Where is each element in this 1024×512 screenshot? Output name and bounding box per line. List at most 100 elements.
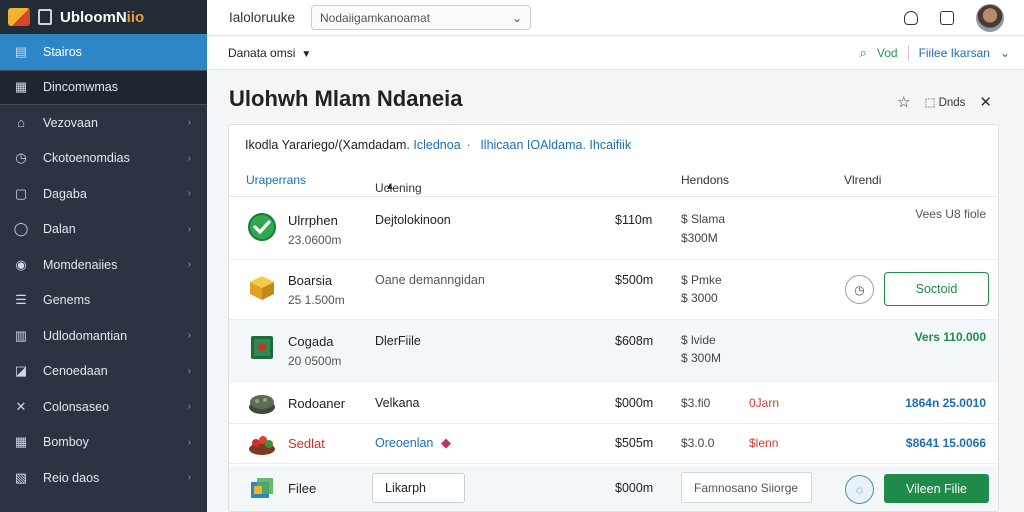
table-row[interactable]: Filee Likarph $000m Famnosano Siiorge ◌ … <box>229 466 998 511</box>
table-row[interactable]: Ulrrphen 23.0600m Dejtolokinoon $110m $ … <box>229 198 998 260</box>
table-row[interactable]: Rodoaner Velkana $000m $3.fi0 0Jarn 1864… <box>229 382 998 424</box>
chevron-down-icon: ⌄ <box>511 10 522 25</box>
chevron-right-icon: › <box>187 117 191 129</box>
row-holding-primary: $3.fi0 <box>681 396 711 410</box>
sidebar-item-ckotoenomdias[interactable]: ◷ Ckotoenomdias › <box>0 141 207 177</box>
list-icon: ☰ <box>15 292 27 308</box>
page-title: Ulohwh Mlam Ndaneia <box>229 86 463 111</box>
cube-icon <box>247 273 277 303</box>
row-amount: $000m <box>615 396 654 410</box>
brand[interactable]: UbloomNiio <box>0 0 207 34</box>
app-name: UbloomNiio <box>60 8 145 26</box>
row-subtext: 23.0600m <box>288 233 342 247</box>
sidebar-item-label: Dincomwmas <box>43 80 119 95</box>
sort-icon: ▲ <box>385 181 395 192</box>
breadcrumb-item[interactable]: Ikodla Yarariego/(Xamdadam. <box>245 138 410 152</box>
sidebar-item-label: Dalan <box>43 222 76 237</box>
chevron-down-icon[interactable]: ⌄ <box>1000 46 1010 60</box>
view-file-button[interactable]: Vileen Filie <box>884 474 989 503</box>
row-name: Sedlat <box>288 436 325 451</box>
row-alert: $lenn <box>749 436 779 450</box>
sidebar-item-dalan[interactable]: ◯ Dalan › <box>0 212 207 248</box>
chevron-right-icon: › <box>187 330 191 342</box>
row-holding-secondary: $ 3000 <box>681 291 718 305</box>
pages-icon: ▦ <box>14 79 28 95</box>
top-bar: Ialoloruuke Nodaiigamkanoamat ⌄ <box>207 0 1024 36</box>
row-identifier: Oane demanngidan <box>375 273 485 287</box>
star-icon[interactable]: ☆ <box>897 93 910 111</box>
close-icon[interactable]: ✕ <box>979 93 992 111</box>
filter-link[interactable]: Fiilee Ikarsan <box>919 46 990 60</box>
chevron-right-icon: › <box>187 472 191 484</box>
row-version: $8641 15.0066 <box>905 436 986 450</box>
ends-button[interactable]: ⬚ Dnds <box>925 95 966 109</box>
table-row[interactable]: Sedlat Oreoenlan ◆ $505m $3.0.0 $lenn $8… <box>229 424 998 464</box>
breadcrumb-item[interactable]: Iclednoa <box>413 138 460 152</box>
heading-actions: ☆ ⬚ Dnds ✕ <box>897 93 992 111</box>
row-alert: 0Jarn <box>749 396 780 410</box>
check-circle-icon <box>247 212 277 242</box>
row-identifier: Dejtolokinoon <box>375 213 451 227</box>
top-actions <box>904 3 1004 32</box>
row-identifier: Oreoenlan <box>375 436 434 450</box>
refresh-icon: ◌ <box>855 482 864 497</box>
sidebar-item-momdenaiies[interactable]: ◉ Momdenaiies › <box>0 247 207 283</box>
sidebar-item-label: Momdenaiies <box>43 257 118 272</box>
row-holding-secondary: $ 300M <box>681 351 722 365</box>
package-icon <box>247 474 277 504</box>
stack-icon <box>247 388 277 418</box>
row-holding-primary: $ Pmke <box>681 273 722 287</box>
row-holding-secondary: $300M <box>681 231 718 245</box>
chevron-right-icon: › <box>187 223 191 235</box>
chevron-right-icon: › <box>187 259 191 271</box>
dataset-selector[interactable]: Danata omsi ▼ <box>228 46 311 60</box>
sidebar-item-label: Genems <box>43 293 91 308</box>
sidebar-item-reio-daos[interactable]: ▧ Reio daos › <box>0 460 207 496</box>
book-icon: ▥ <box>14 327 28 343</box>
sidebar-item-dagaba[interactable]: ▢ Dagaba › <box>0 176 207 212</box>
breadcrumb-separator: · <box>466 138 471 152</box>
sidebar-item-colonsaseo[interactable]: ✕ Colonsaseo › <box>0 389 207 425</box>
column-header-value[interactable]: Vlrendi <box>844 173 881 187</box>
sidebar: UbloomNiio ▤ Stairos ▦ Dincomwmas ⌂ Vezovaa… <box>0 0 207 512</box>
sidebar-item-dincomwmas[interactable]: ▦ Dincomwmas <box>0 69 207 105</box>
row-subtext: 25 1.500m <box>288 293 345 307</box>
breadcrumb: Ikodla Yarariego/(Xamdadam. Iclednoa · Il… <box>245 138 631 152</box>
row-identifier: Velkana <box>375 396 420 410</box>
window-icon[interactable] <box>940 10 954 25</box>
select-button[interactable]: Soctoid <box>884 272 989 306</box>
vod-link[interactable]: Vod <box>877 46 898 60</box>
column-header-holdings[interactable]: Hendons <box>681 173 729 187</box>
sidebar-item-bomboy[interactable]: ▦ Bomboy › <box>0 425 207 461</box>
chevron-right-icon: › <box>187 436 191 448</box>
table-row[interactable]: Cogada 20 0500m DlerFiile $608m $ lvide … <box>229 320 998 382</box>
sub-bar-actions: ⌕ Vod Fiilee Ikarsan ⌄ <box>860 45 1010 61</box>
row-amount: $608m <box>615 334 654 348</box>
home-icon: ⌂ <box>17 115 25 131</box>
sidebar-item-cenoedaan[interactable]: ◪ Cenoedaan › <box>0 354 207 390</box>
table-header: Uraperrans Uclening ▲ Hendons Vlrendi <box>229 165 998 197</box>
sidebar-item-label: Vezovaan <box>43 115 98 130</box>
row-name: Filee <box>288 481 317 496</box>
row-text-input[interactable]: Likarph <box>372 473 465 503</box>
target-icon: ◉ <box>15 256 27 272</box>
bag-icon[interactable] <box>904 10 918 25</box>
row-name: Cogada <box>288 334 334 349</box>
info-button[interactable]: ◷ <box>845 275 874 304</box>
avatar[interactable] <box>976 3 1004 32</box>
sidebar-item-genems[interactable]: ☰ Genems <box>0 283 207 319</box>
sidebar-item-stairos[interactable]: ▤ Stairos <box>0 34 207 70</box>
files-icon: ▧ <box>14 469 28 485</box>
row-holding-primary: $3.0.0 <box>681 436 715 450</box>
search-input[interactable]: Nodaiigamkanoamat ⌄ <box>311 5 531 30</box>
table-row[interactable]: Boarsia 25 1.500m Oane demanngidan $500m… <box>229 260 998 320</box>
breadcrumb-item[interactable]: Ilhicaan IOAldama. Ihcaifiik <box>480 138 631 152</box>
sidebar-item-vezovaan[interactable]: ⌂ Vezovaan › <box>0 105 207 141</box>
column-header-name[interactable]: Uraperrans <box>246 173 306 187</box>
sidebar-item-udlodomantian[interactable]: ▥ Udlodomantian › <box>0 318 207 354</box>
refresh-button[interactable]: ◌ <box>845 475 874 504</box>
sidebar-item-label: Ckotoenomdias <box>43 151 130 166</box>
search-icon[interactable]: ⌕ <box>860 45 867 61</box>
tag-icon: ◪ <box>14 363 28 379</box>
file-storage-field[interactable]: Famnosano Siiorge <box>681 472 812 503</box>
